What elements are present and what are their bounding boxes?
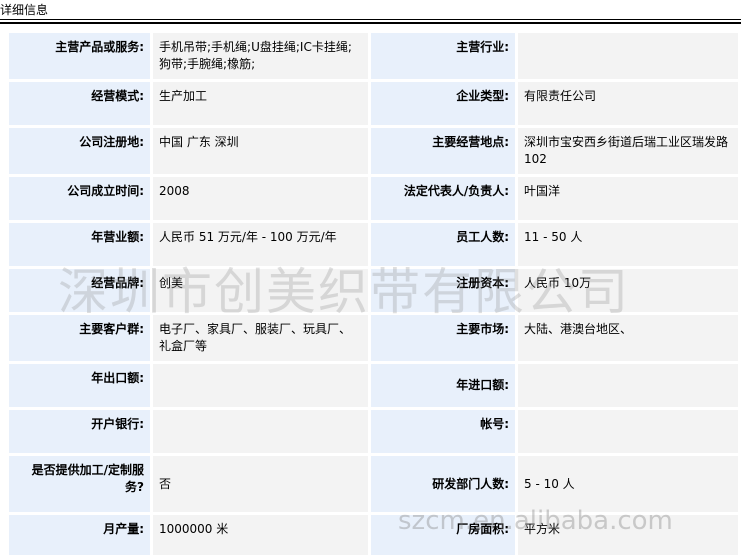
- field-label: 是否提供加工/定制服务?: [9, 456, 150, 512]
- field-value: 人民币 10万: [518, 269, 738, 312]
- field-label: 主营行业:: [371, 33, 515, 79]
- field-value: [518, 364, 738, 407]
- field-label: 经营品牌:: [9, 269, 150, 312]
- section-header: 详细信息: [0, 0, 741, 20]
- field-value: 大陆、港澳台地区、: [518, 315, 738, 361]
- field-label: 公司成立时间:: [9, 177, 150, 220]
- field-label: 法定代表人/负责人:: [371, 177, 515, 220]
- field-value: 否: [153, 456, 368, 512]
- field-value: [153, 364, 368, 407]
- field-value: 深圳市宝安西乡街道后瑞工业区瑞发路102: [518, 128, 738, 174]
- table-row: 公司成立时间: 2008 法定代表人/负责人: 叶国洋: [9, 177, 738, 220]
- table-row: 经营品牌: 创美 注册资本: 人民币 10万: [9, 269, 738, 312]
- field-label: 年营业额:: [9, 223, 150, 266]
- field-value: 5 - 10 人: [518, 456, 738, 512]
- field-value: 生产加工: [153, 82, 368, 125]
- field-label: 月产量:: [9, 515, 150, 555]
- field-label: 年出口额:: [9, 364, 150, 407]
- field-label: 主要经营地点:: [371, 128, 515, 174]
- field-value: 电子厂、家具厂、服装厂、玩具厂、礼盒厂等: [153, 315, 368, 361]
- field-label: 帐号:: [371, 410, 515, 453]
- field-label: 开户银行:: [9, 410, 150, 453]
- field-label: 年进口额:: [371, 364, 515, 407]
- table-row: 主营产品或服务: 手机吊带;手机绳;U盘挂绳;IC卡挂绳;狗带;手腕绳;橡筋; …: [9, 33, 738, 79]
- field-label: 公司注册地:: [9, 128, 150, 174]
- field-value: 1000000 米: [153, 515, 368, 555]
- table-row: 年出口额: 年进口额:: [9, 364, 738, 407]
- field-value: 叶国洋: [518, 177, 738, 220]
- field-label: 注册资本:: [371, 269, 515, 312]
- field-label: 研发部门人数:: [371, 456, 515, 512]
- field-label: 企业类型:: [371, 82, 515, 125]
- section-title: 详细信息: [0, 3, 49, 17]
- header-divider: [0, 22, 741, 24]
- field-value: [518, 410, 738, 453]
- table-row: 月产量: 1000000 米 厂房面积: 平方米: [9, 515, 738, 555]
- field-value: 手机吊带;手机绳;U盘挂绳;IC卡挂绳;狗带;手腕绳;橡筋;: [153, 33, 368, 79]
- table-row: 开户银行: 帐号:: [9, 410, 738, 453]
- field-value: 2008: [153, 177, 368, 220]
- table-row: 经营模式: 生产加工 企业类型: 有限责任公司: [9, 82, 738, 125]
- field-label: 主要市场:: [371, 315, 515, 361]
- field-value: 中国 广东 深圳: [153, 128, 368, 174]
- field-label: 主营产品或服务:: [9, 33, 150, 79]
- table-row: 是否提供加工/定制服务? 否 研发部门人数: 5 - 10 人: [9, 456, 738, 512]
- table-row: 主要客户群: 电子厂、家具厂、服装厂、玩具厂、礼盒厂等 主要市场: 大陆、港澳台…: [9, 315, 738, 361]
- field-value: 11 - 50 人: [518, 223, 738, 266]
- field-value: [518, 33, 738, 79]
- field-label: 员工人数:: [371, 223, 515, 266]
- field-label: 经营模式:: [9, 82, 150, 125]
- field-value: [153, 410, 368, 453]
- field-label: 厂房面积:: [371, 515, 515, 555]
- table-row: 公司注册地: 中国 广东 深圳 主要经营地点: 深圳市宝安西乡街道后瑞工业区瑞发…: [9, 128, 738, 174]
- field-value: 创美: [153, 269, 368, 312]
- company-details-table: 主营产品或服务: 手机吊带;手机绳;U盘挂绳;IC卡挂绳;狗带;手腕绳;橡筋; …: [6, 30, 741, 558]
- field-value: 有限责任公司: [518, 82, 738, 125]
- field-value: 平方米: [518, 515, 738, 555]
- field-label: 主要客户群:: [9, 315, 150, 361]
- table-row: 年营业额: 人民币 51 万元/年 - 100 万元/年 员工人数: 11 - …: [9, 223, 738, 266]
- field-value: 人民币 51 万元/年 - 100 万元/年: [153, 223, 368, 266]
